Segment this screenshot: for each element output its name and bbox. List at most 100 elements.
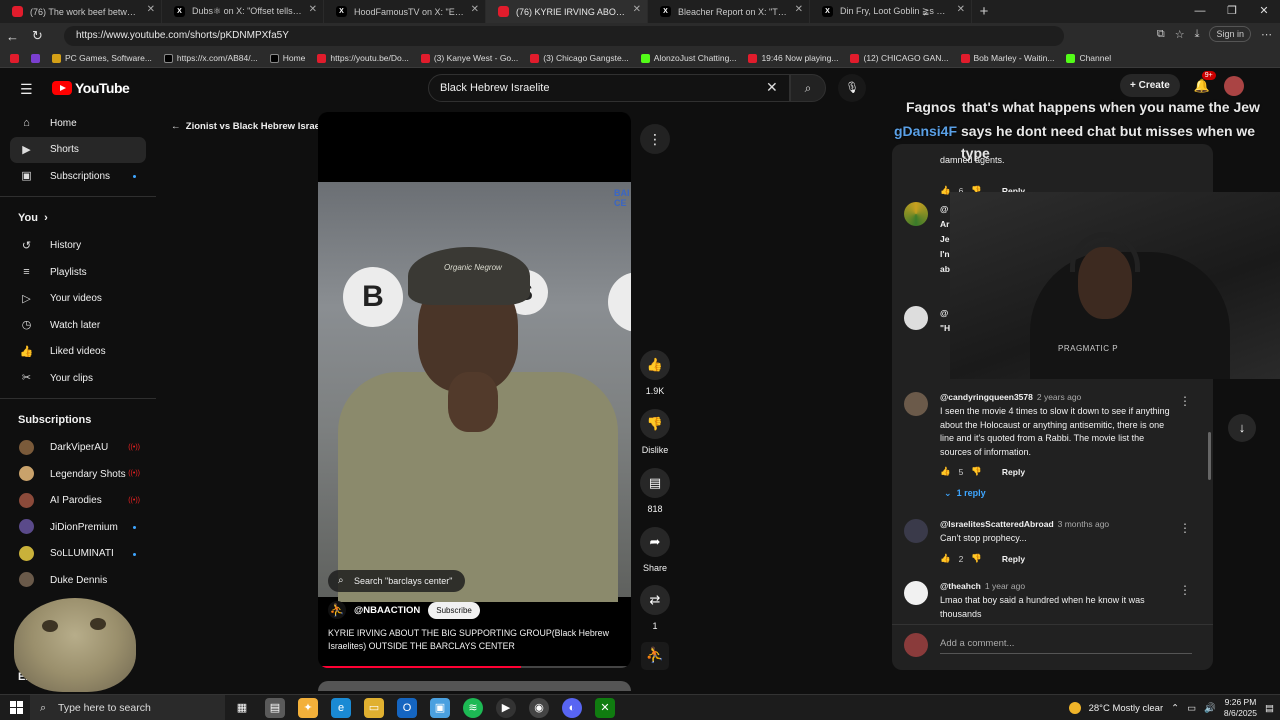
more-options-icon[interactable]: ⋮ [640, 124, 670, 154]
bookmark-item[interactable]: AlonzoJust Chatting... [640, 53, 736, 63]
sidebar-item-subscriptions[interactable]: ▣ Subscriptions [0, 163, 156, 190]
windows-start-icon[interactable] [10, 701, 23, 714]
thumbs-down-icon[interactable]: 👎 [971, 553, 982, 564]
close-tab-icon[interactable]: ✕ [147, 4, 155, 15]
shorts-back-link[interactable]: ← Zionist vs Black Hebrew Israelite [171, 121, 334, 132]
sidebar-item-your-clips[interactable]: ✂ Your clips [0, 365, 156, 392]
remix-icon[interactable]: ⇄ [640, 585, 670, 615]
tray-up-arrow-icon[interactable]: ⌃ [1171, 703, 1179, 714]
sidebar-sub-darkviperau[interactable]: DarkViperAU ((•)) [0, 435, 156, 462]
avatar[interactable] [1223, 75, 1244, 96]
spotify-icon[interactable]: ≋ [463, 698, 483, 718]
thumbs-up-icon[interactable]: 👍 [940, 553, 951, 564]
bookmark-item[interactable]: 19:46 Now playing... [748, 53, 838, 63]
weather-text[interactable]: 28°C Mostly clear [1089, 703, 1164, 714]
browser-tab[interactable]: X Bleacher Report on X: "The NFL c ✕ [648, 0, 810, 23]
discord-icon[interactable]: ◐ [562, 698, 582, 718]
downloads-icon[interactable]: ⤓ [1195, 28, 1200, 41]
bookmark-item[interactable]: (3) Chicago Gangste... [530, 53, 629, 63]
restore-icon[interactable]: ❐ [1216, 0, 1248, 23]
outlook-icon[interactable]: O [397, 698, 417, 718]
comment-more-icon[interactable]: ⋮ [1179, 583, 1191, 597]
share-action[interactable]: ➦ Share [636, 527, 674, 573]
refresh-icon[interactable]: ↻ [25, 28, 50, 44]
close-tab-icon[interactable]: ✕ [633, 4, 641, 15]
video-search-suggestion[interactable]: ⌕ Search "barclays center" [328, 570, 465, 592]
taskbar-search-input[interactable]: ⌕ Type here to search [30, 695, 225, 720]
sidebar-item-history[interactable]: ↺ History [0, 233, 156, 260]
sidebar-sub-duke-dennis[interactable]: Duke Dennis [0, 567, 156, 594]
edge-icon[interactable]: e [331, 698, 351, 718]
sidebar-item-watch-later[interactable]: ◷ Watch later [0, 312, 156, 339]
close-window-icon[interactable]: ✕ [1248, 0, 1280, 23]
more-menu-icon[interactable]: ⋯ [1261, 28, 1272, 41]
scroll-down-button[interactable]: ↓ [1228, 414, 1256, 442]
bookmark-item[interactable]: https://youtu.be/Do... [317, 53, 409, 63]
sidebar-you-header[interactable]: You › [0, 203, 156, 233]
comment-author[interactable]: @theahch 1 year ago [940, 581, 1025, 591]
browser-tab[interactable]: X Dubs⚛ on X: "Offset tells Joe Bud ✕ [162, 0, 324, 23]
clear-search-icon[interactable]: ✕ [766, 79, 778, 96]
close-tab-icon[interactable]: ✕ [795, 4, 803, 15]
bookmark-item[interactable]: PC Games, Software... [52, 53, 152, 63]
thumbs-up-icon[interactable]: 👍 [940, 466, 951, 477]
reply-button[interactable]: Reply [1002, 467, 1025, 477]
browser-tab[interactable]: (76) The work beef between Shaq ✕ [0, 0, 162, 23]
sidebar-item-your-videos[interactable]: ▷ Your videos [0, 286, 156, 313]
thumbs-up-icon[interactable]: 👍 [640, 350, 670, 380]
obs-icon[interactable]: ◉ [529, 698, 549, 718]
channel-tile-icon[interactable]: ⛹ [641, 642, 669, 670]
comment-more-icon[interactable]: ⋮ [1179, 394, 1191, 408]
store-icon[interactable]: ▤ [265, 698, 285, 718]
sidebar-item-playlists[interactable]: ≡ Playlists [0, 259, 156, 286]
browser-tab[interactable]: X HoodFamousTV on X: "Even the ✕ [324, 0, 486, 23]
minimize-icon[interactable]: — [1184, 0, 1216, 23]
next-short-preview[interactable] [318, 681, 631, 691]
bookmark-item[interactable]: Home [269, 53, 305, 63]
notifications-icon[interactable]: ▤ [1265, 703, 1274, 714]
browser-tab[interactable]: X Din Fry, Loot Goblin ≩s on X: "If y ✕ [810, 0, 972, 23]
task-view-icon[interactable]: ▦ [232, 698, 252, 718]
bookmark-item[interactable]: Bob Marley - Waitin... [960, 53, 1054, 63]
bookmark-item[interactable]: Channel [1066, 53, 1111, 63]
media-app-icon[interactable]: ▶ [496, 698, 516, 718]
sidebar-item-liked-videos[interactable]: 👍 Liked videos [0, 339, 156, 366]
volume-icon[interactable]: 🔊 [1204, 703, 1216, 714]
sidebar-sub-ai-parodies[interactable]: AI Parodies ((•)) [0, 488, 156, 515]
avatar[interactable] [904, 581, 928, 605]
menu-hamburger-icon[interactable]: ☰ [20, 81, 33, 98]
search-input[interactable]: Black Hebrew Israelite [428, 74, 790, 102]
avatar[interactable] [904, 306, 928, 330]
url-field[interactable]: https://www.youtube.com/shorts/pKDNMPXfa… [64, 26, 1064, 46]
search-button[interactable]: ⌕ [790, 74, 826, 102]
comment-more-icon[interactable]: ⋮ [1179, 521, 1191, 535]
comment-author[interactable]: @candyringqueen3578 2 years ago [940, 392, 1081, 402]
shorts-video-player[interactable]: B S B B BAI CE Organic Negrow ⌕ Search "b… [318, 112, 631, 668]
network-icon[interactable]: ▭ [1187, 703, 1196, 714]
thumbs-down-icon[interactable]: 👎 [971, 466, 982, 477]
close-tab-icon[interactable]: ✕ [957, 4, 965, 15]
sign-in-button[interactable]: Sign in [1209, 26, 1251, 42]
bookmark-item[interactable]: https://x.com/AB84/... [163, 53, 258, 63]
comment-author[interactable]: @IsraelitesScatteredAbroad 3 months ago [940, 519, 1109, 529]
bookmark-item[interactable] [10, 53, 19, 63]
channel-avatar-icon[interactable]: ⛹ [328, 601, 346, 619]
xbox-icon[interactable]: ✕ [595, 698, 615, 718]
back-arrow-icon[interactable]: ← [0, 29, 25, 44]
bookmark-item[interactable]: (12) CHICAGO GAN... [850, 53, 949, 63]
youtube-logo[interactable]: YouTube [52, 80, 130, 96]
avatar[interactable] [904, 392, 928, 416]
comments-scrollbar[interactable] [1208, 432, 1211, 480]
new-tab-button[interactable]: + [972, 3, 996, 20]
bookmark-item[interactable] [31, 53, 40, 63]
share-arrow-icon[interactable]: ➦ [640, 527, 670, 557]
clock[interactable]: 9:26 PM 8/6/2025 [1224, 697, 1257, 719]
avatar[interactable] [904, 519, 928, 543]
file-explorer-icon[interactable]: ▭ [364, 698, 384, 718]
sidebar-item-home[interactable]: ⌂ Home [0, 110, 156, 137]
view-replies-button[interactable]: ⌄ 1 reply [944, 488, 986, 499]
dislike-action[interactable]: 👎 Dislike [636, 409, 674, 455]
remix-action[interactable]: ⇄ 1 [636, 585, 674, 631]
sidebar-sub-jidionpremium[interactable]: JiDionPremium [0, 514, 156, 541]
video-progress-bar[interactable] [318, 666, 631, 668]
